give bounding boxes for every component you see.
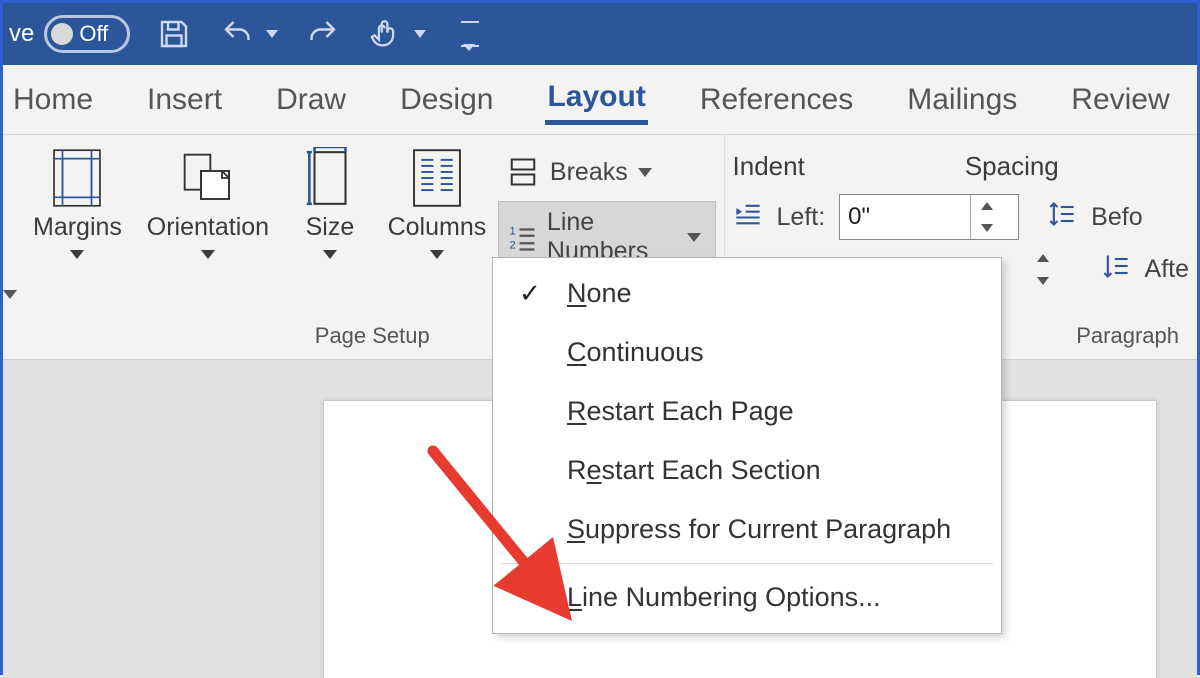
indent-left-icon [733,200,763,235]
size-button[interactable]: Size [290,145,370,259]
spacing-before-label: Befo [1091,203,1142,232]
columns-button[interactable]: Columns [382,145,492,259]
dropdown-label: Restart Each Section [567,455,821,486]
size-icon [301,149,359,207]
spacing-before-icon [1047,200,1077,235]
spacing-after-icon [1101,252,1131,287]
orientation-icon [179,149,237,207]
columns-label: Columns [388,213,487,242]
spinner-up[interactable] [1027,246,1059,269]
indent-left-spinner[interactable] [839,194,1019,240]
spinner-down[interactable] [1027,269,1059,292]
dropdown-label: Line Numbering Options... [567,582,881,613]
breaks-icon [506,155,540,189]
group-label-paragraph: Paragraph [1076,317,1179,353]
chevron-down-icon [414,30,426,38]
undo-button[interactable] [218,14,278,54]
chevron-down-icon [201,250,215,259]
size-label: Size [306,213,355,242]
indent-left-input[interactable] [840,195,970,239]
dropdown-separator [501,563,993,564]
dropdown-item-none[interactable]: ✓ None [495,264,999,323]
dropdown-item-options[interactable]: Line Numbering Options... [495,568,999,627]
dropdown-label: Continuous [567,337,704,368]
dropdown-item-restart-page[interactable]: Restart Each Page [495,382,999,441]
line-numbers-dropdown: ✓ None Continuous Restart Each Page Rest… [492,257,1002,634]
undo-icon [218,14,258,54]
svg-text:2: 2 [509,239,515,251]
dropdown-label: Suppress for Current Paragraph [567,514,951,545]
chevron-down-icon [430,250,444,259]
indent-header: Indent [733,151,805,182]
chevron-down-icon [70,250,84,259]
dropdown-item-suppress[interactable]: Suppress for Current Paragraph [495,500,999,559]
file-tab-chevron[interactable] [3,135,21,359]
tab-layout[interactable]: Layout [545,74,647,125]
indent-left-label: Left: [777,203,826,232]
touch-icon [366,14,406,54]
breaks-label: Breaks [550,158,628,187]
autosave-control[interactable]: ve Off [9,15,130,53]
tab-insert[interactable]: Insert [145,77,224,123]
save-icon[interactable] [154,14,194,54]
customize-qat-icon[interactable] [450,14,490,54]
redo-icon[interactable] [302,14,342,54]
spinner-down[interactable] [971,217,1002,239]
tab-references[interactable]: References [698,77,855,123]
margins-label: Margins [33,213,122,242]
breaks-button[interactable]: Breaks [498,149,716,195]
dropdown-label: None [567,278,632,309]
svg-text:1: 1 [509,226,515,238]
spacing-after-label: Afte [1145,255,1189,284]
dropdown-item-restart-section[interactable]: Restart Each Section [495,441,999,500]
indent-right-spinner[interactable] [1027,246,1087,292]
toggle-knob [51,23,73,45]
margins-button[interactable]: Margins [29,145,126,259]
autosave-label: ve [9,20,34,48]
chevron-down-icon [323,250,337,259]
autosave-toggle[interactable]: Off [44,15,130,53]
line-numbers-icon: 1 2 [507,220,537,254]
tab-mailings[interactable]: Mailings [905,77,1019,123]
orientation-label: Orientation [147,213,269,242]
spinner-up[interactable] [971,195,1002,217]
group-label-page-setup: Page Setup [315,317,430,353]
margins-icon [48,149,106,207]
orientation-button[interactable]: Orientation [138,145,278,259]
tab-draw[interactable]: Draw [274,77,348,123]
autosave-toggle-text: Off [79,21,108,47]
dropdown-item-continuous[interactable]: Continuous [495,323,999,382]
touch-mode-button[interactable] [366,14,426,54]
dropdown-label: Restart Each Page [567,396,794,427]
tab-review[interactable]: Review [1069,77,1171,123]
tab-design[interactable]: Design [398,77,495,123]
chevron-down-icon [3,290,17,299]
spacing-header: Spacing [965,151,1059,182]
chevron-down-icon [266,30,278,38]
check-icon: ✓ [513,278,547,309]
tab-home[interactable]: Home [11,77,95,123]
chevron-down-icon [687,233,701,242]
title-bar: ve Off [3,3,1197,65]
columns-icon [408,149,466,207]
chevron-down-icon [638,168,652,177]
ribbon-tabs: Home Insert Draw Design Layout Reference… [3,65,1197,135]
